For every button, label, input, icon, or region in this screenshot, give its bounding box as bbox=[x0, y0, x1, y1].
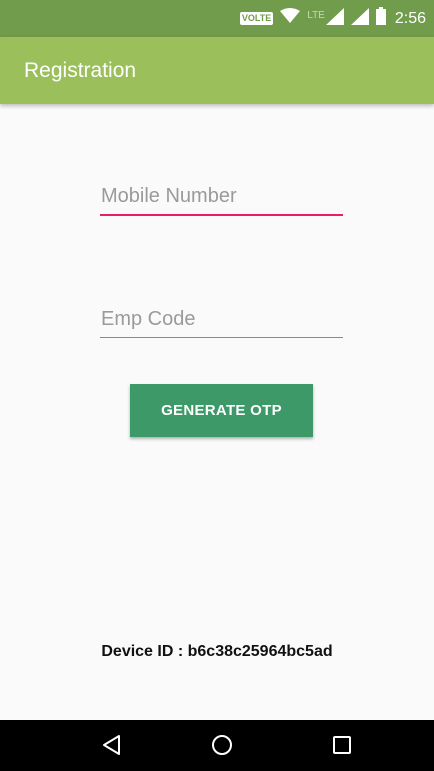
emp-code-underline bbox=[100, 337, 343, 338]
mobile-number-underline bbox=[100, 214, 343, 216]
volte-icon: VOLTE bbox=[239, 12, 274, 25]
signal-icon bbox=[325, 7, 344, 30]
navigation-bar bbox=[0, 720, 434, 771]
generate-otp-button[interactable]: GENERATE OTP bbox=[130, 384, 313, 437]
clock: 2:56 bbox=[394, 9, 426, 27]
emp-code-input[interactable] bbox=[100, 308, 343, 337]
page-title: Registration bbox=[24, 59, 137, 82]
wifi-icon bbox=[280, 8, 301, 29]
app-bar: Registration bbox=[0, 37, 434, 104]
mobile-number-field bbox=[100, 185, 343, 216]
signal-icon bbox=[350, 7, 369, 30]
home-icon[interactable] bbox=[209, 732, 235, 758]
emp-code-field bbox=[100, 308, 343, 338]
network-type-label: LTE bbox=[307, 10, 325, 21]
registration-screen: VOLTE LTE 2:56 Registration GENERATE OTP bbox=[0, 0, 434, 771]
back-icon[interactable] bbox=[98, 732, 124, 758]
device-id-label: Device ID : b6c38c25964bc5ad bbox=[101, 643, 333, 660]
status-icons: VOLTE LTE 2:56 bbox=[239, 0, 426, 37]
status-bar: VOLTE LTE 2:56 bbox=[0, 0, 434, 37]
recents-icon[interactable] bbox=[329, 732, 355, 758]
mobile-number-input[interactable] bbox=[100, 185, 343, 214]
battery-icon bbox=[375, 7, 386, 30]
